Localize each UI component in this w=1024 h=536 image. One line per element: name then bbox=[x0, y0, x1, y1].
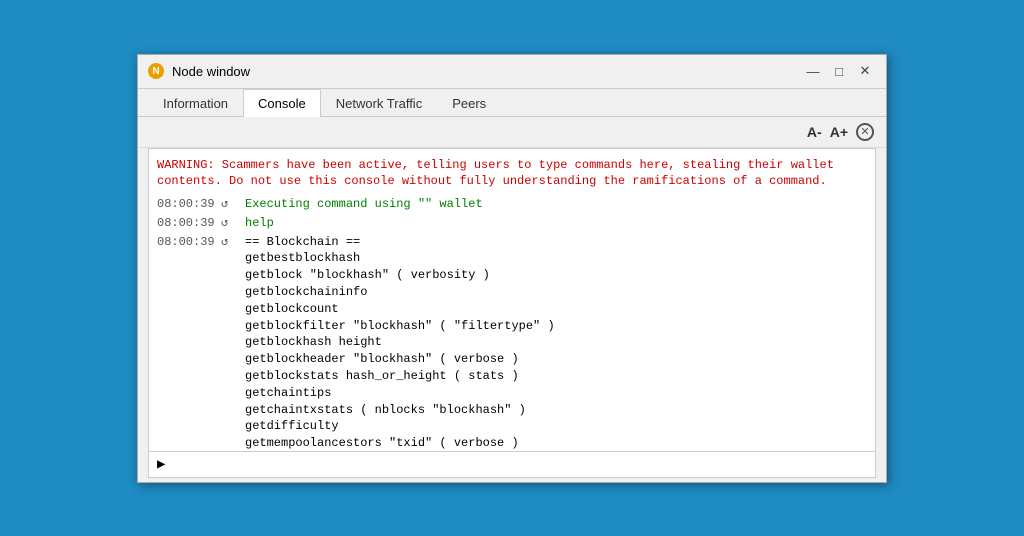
tab-bar: Information Console Network Traffic Peer… bbox=[138, 89, 886, 117]
log-icon-2: ↺ bbox=[221, 234, 241, 251]
log-entry-0: 08:00:39 ↺ Executing command using "" wa… bbox=[157, 196, 867, 213]
clear-console-button[interactable]: ✕ bbox=[856, 123, 874, 141]
window-controls: — □ ✕ bbox=[802, 60, 876, 82]
console-input[interactable] bbox=[171, 457, 867, 471]
log-time-2: 08:00:39 bbox=[157, 234, 217, 251]
tab-network-traffic[interactable]: Network Traffic bbox=[321, 89, 437, 117]
log-icon-1: ↺ bbox=[221, 215, 241, 232]
log-text-1: help bbox=[245, 215, 274, 232]
window-title: Node window bbox=[172, 64, 802, 79]
log-icon-0: ↺ bbox=[221, 196, 241, 213]
tab-peers[interactable]: Peers bbox=[437, 89, 501, 117]
console-area: WARNING: Scammers have been active, tell… bbox=[148, 148, 876, 478]
title-bar: N Node window — □ ✕ bbox=[138, 55, 886, 89]
tab-console[interactable]: Console bbox=[243, 89, 321, 117]
close-button[interactable]: ✕ bbox=[854, 60, 876, 82]
log-time-1: 08:00:39 bbox=[157, 215, 217, 232]
console-toolbar: A- A+ ✕ bbox=[138, 117, 886, 148]
log-time-0: 08:00:39 bbox=[157, 196, 217, 213]
minimize-button[interactable]: — bbox=[802, 60, 824, 82]
console-input-area: ▶ bbox=[149, 451, 875, 477]
warning-message: WARNING: Scammers have been active, tell… bbox=[157, 157, 867, 191]
log-entry-1: 08:00:39 ↺ help bbox=[157, 215, 867, 232]
font-increase-button[interactable]: A+ bbox=[830, 124, 848, 140]
maximize-button[interactable]: □ bbox=[828, 60, 850, 82]
tab-information[interactable]: Information bbox=[148, 89, 243, 117]
main-window: N Node window — □ ✕ Information Console … bbox=[137, 54, 887, 483]
app-icon: N bbox=[148, 63, 164, 79]
console-output[interactable]: WARNING: Scammers have been active, tell… bbox=[149, 149, 875, 451]
input-prompt: ▶ bbox=[157, 456, 165, 473]
log-text-2: == Blockchain == getbestblockhash getblo… bbox=[245, 234, 555, 451]
log-text-0: Executing command using "" wallet bbox=[245, 196, 483, 213]
font-decrease-button[interactable]: A- bbox=[807, 124, 822, 140]
log-entry-2: 08:00:39 ↺ == Blockchain == getbestblock… bbox=[157, 234, 867, 451]
